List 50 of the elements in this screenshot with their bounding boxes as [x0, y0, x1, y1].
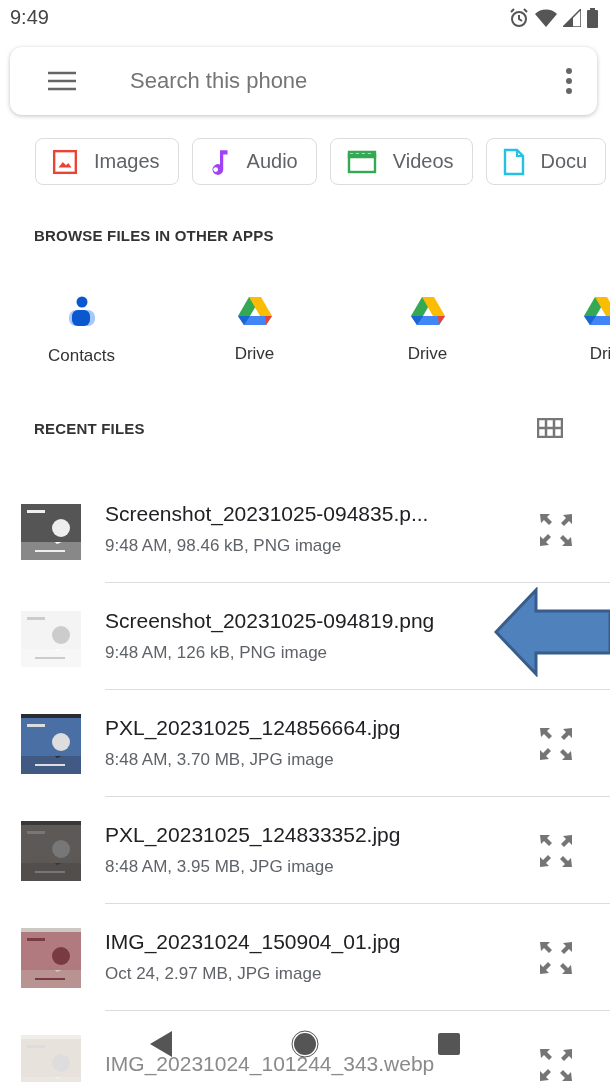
battery-icon [587, 7, 598, 28]
app-shortcut[interactable]: Dri [514, 296, 610, 366]
expand-button[interactable] [538, 511, 574, 548]
document-icon [502, 147, 525, 176]
clapperboard-icon [346, 149, 377, 174]
category-chip[interactable]: Videos [329, 138, 473, 185]
file-details: 9:48 AM, 98.46 kB, PNG image [105, 536, 342, 556]
person-icon [67, 296, 96, 328]
menu-icon[interactable] [48, 71, 76, 91]
file-details: Oct 24, 2.97 MB, JPG image [105, 964, 322, 984]
section-heading: RECENT FILES [34, 419, 145, 437]
expand-icon [538, 511, 574, 548]
expand-icon [538, 1046, 574, 1082]
search-bar[interactable]: Search this phone [10, 47, 597, 115]
signal-icon [563, 8, 581, 27]
app-shortcut[interactable]: Drive [168, 296, 341, 366]
category-chip[interactable]: Images [35, 138, 179, 185]
category-chip[interactable]: Docu [485, 138, 607, 185]
triangle-logo-icon [410, 296, 445, 326]
expand-button[interactable] [538, 1046, 574, 1082]
file-details: 8:48 AM, 3.70 MB, JPG image [105, 750, 334, 770]
expand-icon [538, 832, 574, 869]
file-name[interactable]: Screenshot_20231025-094819.png [105, 609, 435, 633]
expand-button[interactable] [538, 725, 574, 762]
more-options-icon[interactable] [565, 68, 573, 94]
grid-view-icon[interactable] [537, 418, 563, 438]
app-shortcut[interactable]: Drive [341, 296, 514, 366]
back-button[interactable] [149, 1031, 172, 1057]
recents-button[interactable] [438, 1033, 461, 1055]
alarm-clock-icon [509, 7, 529, 28]
app-shortcut[interactable]: Contacts [0, 296, 168, 366]
file-name[interactable]: Screenshot_20231025-094835.p... [105, 502, 429, 526]
section-heading: BROWSE FILES IN OTHER APPS [34, 227, 275, 244]
triangle-logo-icon [583, 296, 610, 326]
expand-icon [538, 725, 574, 762]
file-name[interactable]: IMG_20231024_150904_01.jpg [105, 930, 401, 954]
expand-icon [538, 939, 574, 976]
image-icon [52, 148, 78, 175]
category-chip[interactable]: Audio [191, 138, 317, 185]
file-name[interactable]: PXL_20231025_124856664.jpg [105, 716, 401, 740]
clock-time: 9:49 [10, 6, 49, 29]
file-details: 8:48 AM, 3.95 MB, JPG image [105, 857, 334, 877]
search-field[interactable]: Search this phone [128, 67, 565, 95]
file-name[interactable]: PXL_20231025_124833352.jpg [105, 823, 401, 847]
expand-button[interactable] [538, 939, 574, 976]
home-button[interactable] [291, 1030, 319, 1058]
triangle-logo-icon [237, 296, 272, 326]
expand-button[interactable] [538, 832, 574, 869]
file-details: 9:48 AM, 126 kB, PNG image [105, 643, 328, 663]
wifi-icon [535, 8, 557, 27]
